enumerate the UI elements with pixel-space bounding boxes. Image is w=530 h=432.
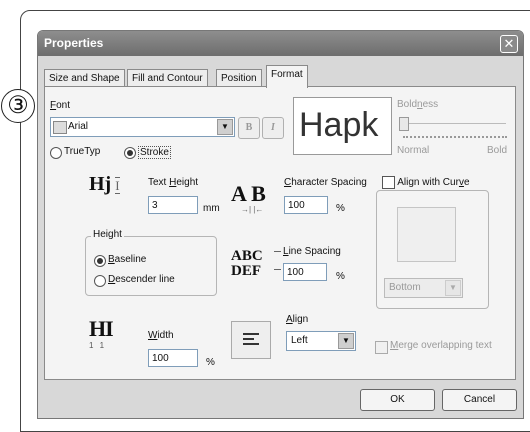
italic-button[interactable]: I [262,117,284,139]
font-dropdown-value: Arial [68,121,89,132]
font-preview-text: Hapk [299,106,379,144]
truetype-radio[interactable] [50,147,62,159]
truetype-label: TrueTyp [64,146,101,157]
baseline-label: Baseline [108,254,147,265]
curve-position-dropdown[interactable]: Bottom ▼ [384,278,463,298]
merge-overlapping-label: Merge overlapping text [390,340,492,351]
chevron-down-icon[interactable]: ▼ [338,333,354,349]
character-spacing-icon: A B [231,181,266,206]
character-spacing-unit: % [336,203,345,214]
align-with-curve-option[interactable]: Align with Curve [380,176,472,189]
text-height-icon: Hj I [89,173,120,195]
font-label: Font [50,100,71,111]
line-spacing-icon: ABC DEF [231,248,263,279]
step-number-badge: ③ [1,89,35,123]
properties-dialog: Properties ✕ Size and Shape Fill and Con… [37,30,524,419]
boldness-slider-thumb[interactable] [399,117,409,131]
align-dropdown[interactable]: Left ▼ [286,331,356,351]
align-label: Align [286,314,309,325]
title-bar[interactable]: Properties ✕ [38,31,523,56]
bold-button[interactable]: B [238,117,260,139]
close-icon: ✕ [503,36,515,51]
format-panel: Font Arial ▼ B I Hapk TrueTyp Stroke Bol… [44,86,516,380]
stroke-label: Stroke [138,146,171,159]
text-height-input[interactable]: 3 [148,196,198,214]
chevron-down-icon[interactable]: ▼ [217,119,233,135]
width-label: Width [148,330,174,341]
tab-format[interactable]: Format [266,65,308,88]
boldness-max-label: Bold [487,145,508,156]
font-type-icon [53,121,67,134]
line-spacing-input[interactable]: 100 [283,263,327,281]
dialog-title: Properties [44,36,104,50]
font-preview: Hapk [293,97,392,155]
baseline-radio[interactable] [94,255,106,267]
font-dropdown[interactable]: Arial ▼ [50,117,235,137]
close-button[interactable]: ✕ [500,35,518,53]
chevron-down-icon[interactable]: ▼ [445,280,461,296]
character-spacing-input[interactable]: 100 [284,196,328,214]
height-group-title: Height [91,229,124,240]
curve-position-dropdown-value: Bottom [389,282,421,293]
tab-size-and-shape[interactable]: Size and Shape [44,69,125,87]
tab-fill-and-contour[interactable]: Fill and Contour [127,69,208,87]
cancel-button[interactable]: Cancel [442,389,517,411]
boldness-slider[interactable] [397,116,510,141]
width-icon: HI [89,316,114,341]
character-spacing-label: Character Spacing [284,177,367,188]
boldness-label: Boldness [397,99,439,110]
width-icon-subscript: 1 1 [89,341,107,350]
align-with-curve-checkbox[interactable] [382,176,395,189]
tab-position[interactable]: Position [216,69,262,87]
line-spacing-unit: % [336,271,345,282]
line-spacing-icon-mark [274,251,281,270]
text-height-label: Text Height [148,177,199,188]
width-unit: % [206,357,215,368]
line-spacing-label: Line Spacing [283,246,341,257]
descender-line-radio[interactable] [94,275,106,287]
text-height-unit: mm [203,203,220,214]
descender-line-label: Descender line [108,274,175,285]
align-with-curve-label: Align with Curve [397,177,470,189]
ok-button[interactable]: OK [360,389,435,411]
align-left-icon [231,321,271,359]
boldness-min-label: Normal [397,145,430,156]
width-input[interactable]: 100 [148,349,198,367]
character-spacing-icon-mark: →| |← [241,205,264,214]
merge-overlapping-checkbox[interactable] [375,341,388,354]
curve-preview-box [397,207,456,262]
align-dropdown-value: Left [291,335,308,346]
stroke-radio[interactable] [124,147,136,159]
height-groupbox [85,236,217,296]
